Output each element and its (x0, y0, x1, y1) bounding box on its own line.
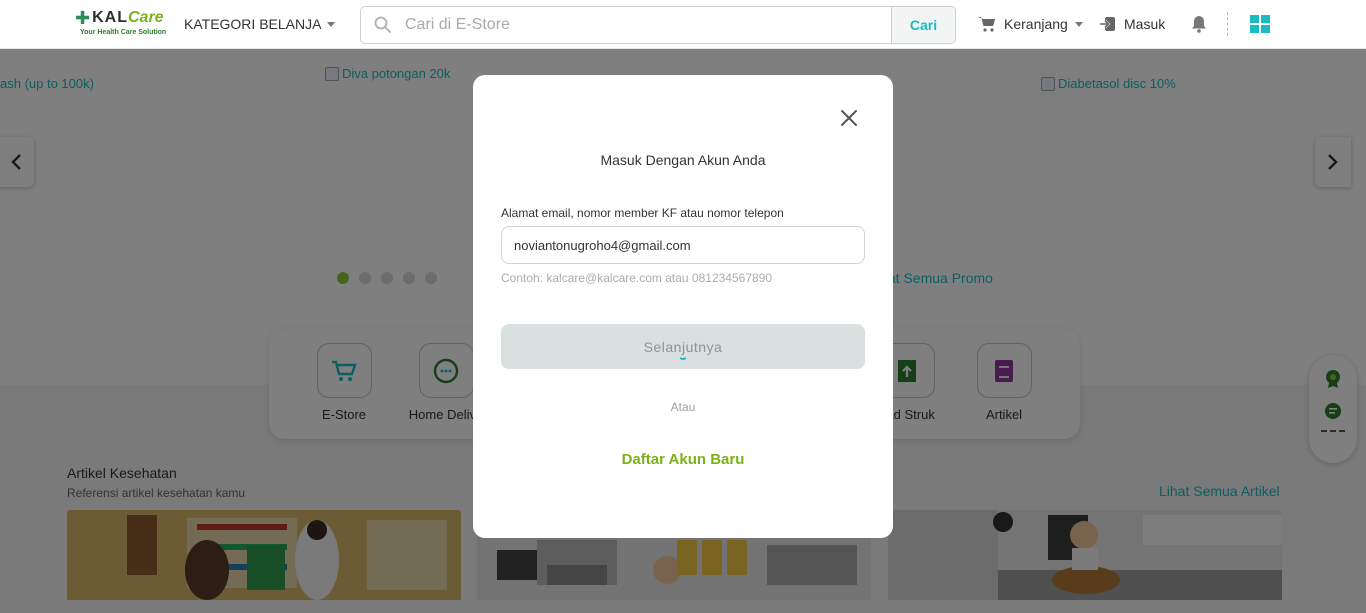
loading-spinner-icon (678, 350, 688, 360)
email-field-label: Alamat email, nomor member KF atau nomor… (501, 206, 784, 220)
register-link[interactable]: Daftar Akun Baru (473, 451, 893, 468)
login-icon (1100, 17, 1115, 31)
or-divider-text: Atau (670, 400, 696, 414)
email-field[interactable] (501, 226, 865, 264)
login-label: Masuk (1124, 16, 1166, 32)
category-menu-label: KATEGORI BELANJA (184, 16, 322, 32)
modal-title: Masuk Dengan Akun Anda (600, 152, 766, 168)
bell-icon[interactable] (1191, 15, 1207, 38)
app-grid-icon[interactable] (1250, 15, 1270, 38)
next-button[interactable]: Selanjutnya (501, 324, 865, 369)
search-icon (361, 7, 405, 43)
cart-label: Keranjang (1004, 16, 1068, 32)
search-input[interactable] (405, 7, 891, 43)
close-icon[interactable] (839, 108, 859, 128)
chevron-down-icon (327, 21, 336, 27)
header-divider (1227, 12, 1228, 36)
chevron-down-icon (1074, 21, 1083, 27)
cart-icon (978, 17, 995, 32)
search-bar: Cari (360, 6, 956, 44)
email-field-hint: Contoh: kalcare@kalcare.com atau 0812345… (501, 271, 773, 285)
login-modal: Masuk Dengan Akun Anda Alamat email, nom… (473, 75, 893, 538)
category-menu[interactable]: KATEGORI BELANJA (184, 16, 336, 32)
login-button[interactable]: Masuk (1099, 15, 1165, 33)
top-header: ✚ KAL Care Your Health Care Solution KATE… (0, 0, 1366, 49)
search-button[interactable]: Cari (891, 7, 955, 43)
cart-menu[interactable]: Keranjang (977, 15, 1083, 33)
logo-tagline: Your Health Care Solution (80, 29, 167, 36)
kalcare-logo[interactable]: ✚ KAL Care Your Health Care Solution (75, 9, 175, 41)
cross-icon: ✚ (75, 8, 91, 28)
